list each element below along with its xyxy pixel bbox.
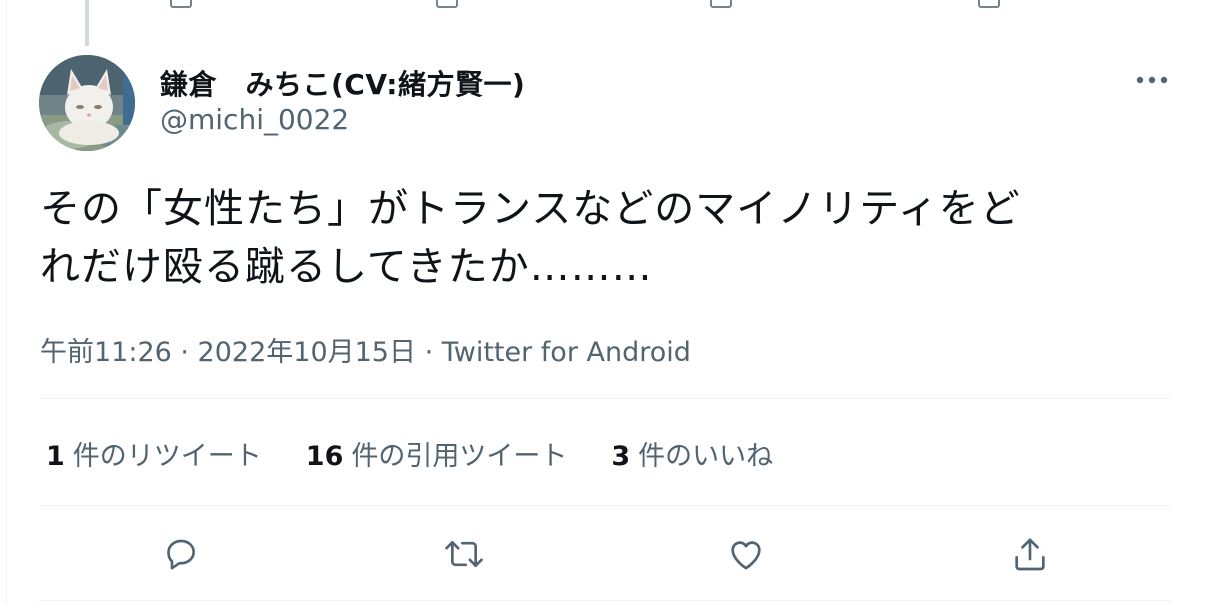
divider	[39, 398, 1171, 399]
tweet-text-line: その「女性たち」がトランスなどのマイノリティをど	[40, 186, 1021, 232]
more-dots-icon	[1136, 76, 1168, 84]
retweets-count: 1	[46, 441, 65, 472]
reply-icon	[167, 539, 196, 570]
likes-label: 件のいいね	[638, 441, 774, 472]
likes-stat[interactable]: 3 件のいいね	[611, 434, 773, 473]
like-button[interactable]	[722, 530, 770, 578]
prev-share-icon[interactable]	[978, 0, 1000, 8]
divider	[39, 505, 1171, 506]
user-handle[interactable]: @michi_0022	[160, 103, 349, 136]
column-border	[6, 0, 7, 606]
retweet-icon	[445, 541, 483, 567]
quotes-count: 16	[305, 441, 344, 472]
thread-line	[85, 0, 89, 46]
tweet-detail: 鎌倉 みちこ(CV:緒方賢一) @michi_0022 その「女性たち」がトラン…	[0, 0, 1216, 606]
reply-button[interactable]	[157, 530, 205, 578]
share-button[interactable]	[1006, 530, 1054, 578]
retweets-label: 件のリツイート	[72, 441, 262, 472]
cat-avatar-icon	[39, 55, 135, 151]
tweet-text: その「女性たち」がトランスなどのマイノリティをど れだけ殴る蹴るしてきたか………	[40, 180, 1160, 296]
tweet-stats: 1 件のリツイート 16 件の引用ツイート 3 件のいいね	[46, 434, 773, 473]
divider	[39, 600, 1171, 601]
quotes-label: 件の引用ツイート	[351, 441, 568, 472]
tweet-text-line: れだけ殴る蹴るしてきたか………	[40, 244, 653, 290]
retweets-stat[interactable]: 1 件のリツイート	[46, 434, 262, 473]
heart-icon	[731, 541, 761, 570]
more-button[interactable]	[1132, 66, 1172, 94]
quotes-stat[interactable]: 16 件の引用ツイート	[306, 434, 568, 473]
likes-count: 3	[611, 441, 631, 472]
share-icon	[1015, 538, 1045, 571]
avatar[interactable]	[39, 55, 135, 151]
prev-reply-icon[interactable]	[170, 0, 192, 8]
tweet-timestamp[interactable]: 午前11:26 · 2022年10月15日 · Twitter for Andr…	[40, 330, 691, 369]
display-name[interactable]: 鎌倉 みちこ(CV:緒方賢一)	[160, 63, 525, 103]
retweet-button[interactable]	[440, 530, 488, 578]
prev-retweet-icon[interactable]	[436, 0, 458, 8]
prev-like-icon[interactable]	[710, 0, 732, 8]
